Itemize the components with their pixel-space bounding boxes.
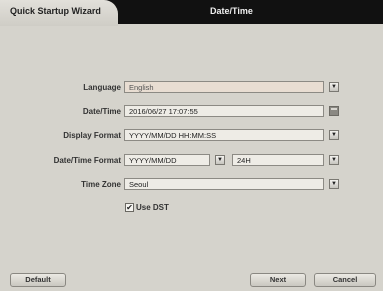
datetime-label: Date/Time <box>82 107 121 116</box>
use-dst-checkbox[interactable]: ✔ <box>125 203 134 212</box>
hour-format-select[interactable]: 24H <box>232 154 324 166</box>
cancel-button[interactable]: Cancel <box>314 273 376 287</box>
tab-quick-startup-wizard[interactable]: Quick Startup Wizard <box>0 0 118 26</box>
default-button[interactable]: Default <box>10 273 66 287</box>
datetime-input[interactable]: 2016/06/27 17:07:55 <box>124 105 324 117</box>
hour-format-dropdown-icon[interactable]: ▼ <box>329 155 339 165</box>
language-label: Language <box>83 83 121 92</box>
display-format-dropdown-icon[interactable]: ▼ <box>329 130 339 140</box>
display-format-select[interactable]: YYYY/MM/DD HH:MM:SS <box>124 129 324 141</box>
language-select[interactable]: English <box>124 81 324 93</box>
datetime-format-dropdown-icon[interactable]: ▼ <box>215 155 225 165</box>
next-button[interactable]: Next <box>250 273 306 287</box>
time-zone-label: Time Zone <box>81 180 121 189</box>
display-format-label: Display Format <box>63 131 121 140</box>
page-title: Date/Time <box>210 6 253 16</box>
datetime-format-label: Date/Time Format <box>53 156 121 165</box>
wizard-window: Quick Startup Wizard Date/Time Language … <box>0 0 383 291</box>
use-dst-label: Use DST <box>136 203 169 212</box>
time-zone-select[interactable]: Seoul <box>124 178 324 190</box>
calendar-icon[interactable] <box>329 106 339 116</box>
language-dropdown-icon[interactable]: ▼ <box>329 82 339 92</box>
datetime-format-select[interactable]: YYYY/MM/DD <box>124 154 210 166</box>
time-zone-dropdown-icon[interactable]: ▼ <box>329 179 339 189</box>
